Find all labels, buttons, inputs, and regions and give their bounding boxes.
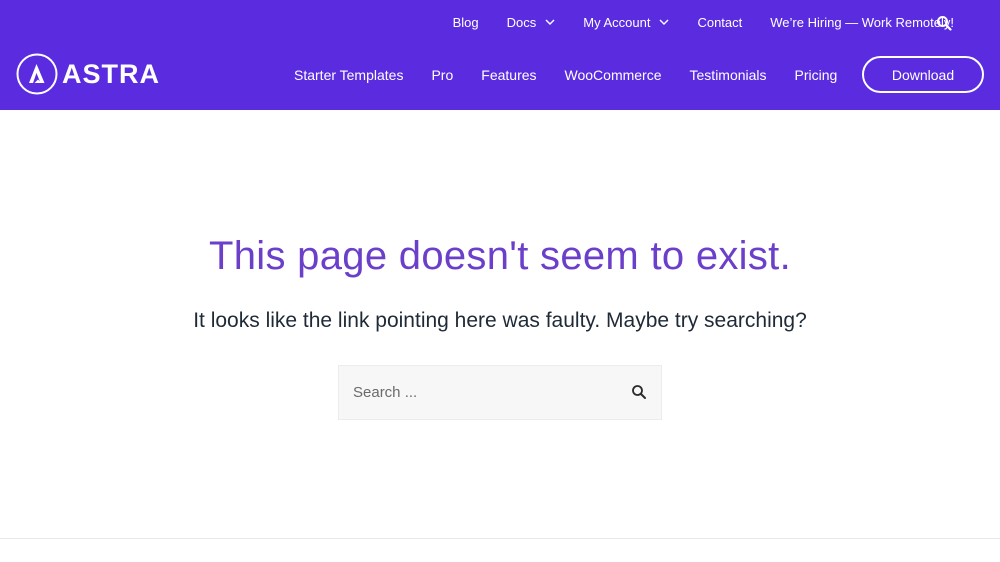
nav-features[interactable]: Features xyxy=(481,67,536,83)
chevron-down-icon xyxy=(659,19,669,25)
download-button[interactable]: Download xyxy=(862,56,984,93)
top-nav-blog[interactable]: Blog xyxy=(453,15,479,30)
nav-testimonials[interactable]: Testimonials xyxy=(690,67,767,83)
page-title: This page doesn't seem to exist. xyxy=(209,234,791,278)
logo-text: ASTRA xyxy=(62,58,160,89)
main-nav: Starter Templates Pro Features WooCommer… xyxy=(294,55,837,95)
nav-starter-templates[interactable]: Starter Templates xyxy=(294,67,403,83)
search-form xyxy=(338,365,662,420)
top-nav-docs[interactable]: Docs xyxy=(507,15,556,30)
search-input[interactable] xyxy=(339,366,619,419)
top-nav-label: We’re Hiring — Work Remotely! xyxy=(770,14,954,30)
chevron-down-icon xyxy=(545,19,555,25)
site-header: Blog Docs My Account Contact We’re Hirin… xyxy=(0,0,1000,110)
top-nav-contact[interactable]: Contact xyxy=(697,15,742,30)
top-nav: Blog Docs My Account Contact We’re Hirin… xyxy=(453,0,1000,44)
top-nav-label: My Account xyxy=(583,14,651,30)
top-nav-label: Docs xyxy=(506,14,537,30)
astra-logo-icon xyxy=(16,53,58,95)
top-nav-label: Contact xyxy=(697,14,743,30)
search-icon[interactable] xyxy=(631,384,647,400)
nav-pro[interactable]: Pro xyxy=(431,67,453,83)
search-icon[interactable] xyxy=(936,15,952,31)
top-nav-my-account[interactable]: My Account xyxy=(583,15,669,30)
site-logo[interactable]: ASTRA xyxy=(16,53,160,95)
page-subtitle: It looks like the link pointing here was… xyxy=(193,309,807,332)
footer-divider xyxy=(0,538,1000,539)
top-nav-hiring[interactable]: We’re Hiring — Work Remotely! xyxy=(770,15,954,30)
nav-woocommerce[interactable]: WooCommerce xyxy=(565,67,662,83)
nav-pricing[interactable]: Pricing xyxy=(795,67,838,83)
top-nav-label: Blog xyxy=(452,14,479,30)
